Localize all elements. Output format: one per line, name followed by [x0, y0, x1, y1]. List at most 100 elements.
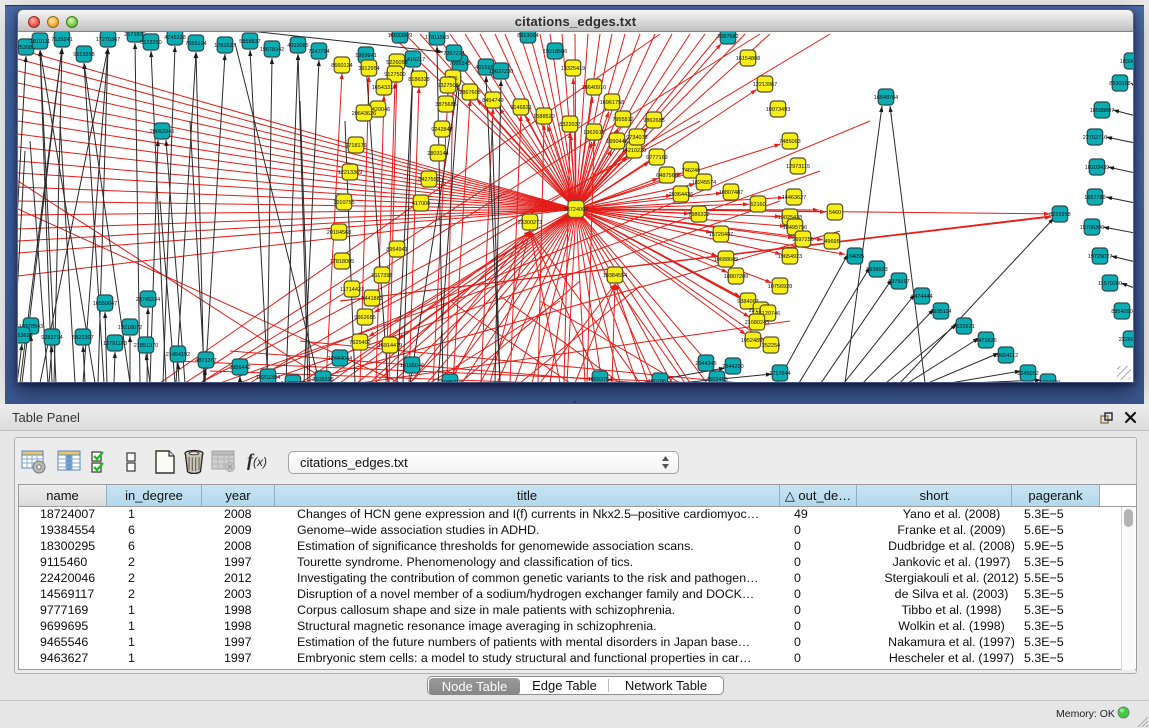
svg-text:22702716: 22702716 [1083, 135, 1107, 141]
svg-text:8122250: 8122250 [140, 40, 161, 46]
svg-text:2087682: 2087682 [717, 34, 738, 40]
svg-text:3956442: 3956442 [229, 365, 250, 371]
svg-text:8938923: 8938923 [866, 267, 887, 273]
svg-text:10688609: 10688609 [714, 257, 738, 263]
svg-text:17275367: 17275367 [96, 37, 120, 43]
svg-text:8530188: 8530188 [1109, 81, 1130, 87]
svg-text:18495756: 18495756 [783, 225, 807, 231]
svg-text:2935114: 2935114 [930, 309, 951, 315]
svg-text:21454192: 21454192 [166, 352, 190, 358]
svg-text:8471626: 8471626 [975, 338, 996, 344]
svg-text:4032085: 4032085 [287, 43, 308, 49]
svg-text:12973115: 12973115 [786, 164, 810, 170]
svg-text:8186328: 8186328 [408, 77, 429, 83]
svg-text:7955812: 7955812 [612, 117, 633, 123]
svg-text:1010755: 1010755 [333, 200, 354, 206]
svg-text:20643626: 20643626 [352, 111, 376, 117]
svg-text:9662655: 9662655 [354, 315, 375, 321]
svg-text:14774720: 14774720 [1036, 380, 1060, 382]
svg-text:10973493: 10973493 [766, 107, 790, 113]
svg-text:19729027: 19729027 [1088, 254, 1112, 260]
svg-text:15706306: 15706306 [1080, 225, 1104, 231]
svg-text:10033809: 10033809 [388, 33, 412, 39]
svg-text:7485063: 7485063 [779, 139, 800, 145]
svg-text:19384554: 19384554 [603, 273, 627, 279]
svg-text:9242848: 9242848 [431, 127, 452, 133]
svg-text:11570280: 11570280 [1098, 281, 1122, 287]
svg-text:12791163: 12791163 [103, 341, 127, 347]
svg-text:16648784: 16648784 [874, 95, 898, 101]
svg-text:9474444: 9474444 [911, 294, 932, 300]
svg-text:14408156: 14408156 [281, 381, 305, 382]
svg-text:16154808: 16154808 [736, 56, 760, 62]
svg-text:252254: 252254 [762, 343, 780, 349]
svg-text:7357224: 7357224 [443, 51, 464, 57]
svg-text:9245052: 9245052 [1017, 371, 1038, 377]
svg-text:19218072: 19218072 [118, 325, 142, 331]
svg-text:11714423: 11714423 [340, 287, 364, 293]
svg-text:12213967: 12213967 [753, 82, 777, 88]
svg-text:5460: 5460 [829, 210, 841, 216]
svg-text:16693754: 16693754 [588, 377, 612, 382]
svg-text:17818005: 17818005 [330, 259, 354, 265]
svg-text:10202384: 10202384 [256, 375, 280, 381]
svg-text:6963698: 6963698 [18, 333, 33, 339]
svg-text:20364436: 20364436 [669, 192, 693, 198]
svg-text:18807209: 18807209 [724, 274, 748, 280]
svg-text:21680243: 21680243 [745, 320, 769, 326]
svg-text:9777169: 9777169 [646, 155, 667, 161]
svg-text:8215958: 8215958 [1049, 212, 1070, 218]
svg-text:16961758: 16961758 [600, 100, 624, 106]
svg-text:16914479: 16914479 [378, 343, 402, 349]
svg-text:9127500: 9127500 [384, 72, 405, 78]
svg-text:19637230: 19637230 [489, 69, 513, 75]
svg-text:4502465: 4502465 [706, 377, 727, 382]
svg-text:20053346: 20053346 [150, 129, 174, 135]
svg-text:3105398: 3105398 [312, 377, 333, 382]
svg-text:6487565: 6487565 [656, 173, 677, 179]
svg-text:18078612: 18078612 [648, 379, 672, 382]
svg-text:9282794: 9282794 [41, 335, 62, 341]
svg-text:2171979: 2171979 [124, 32, 145, 38]
svg-text:5226058: 5226058 [386, 60, 407, 66]
svg-text:2717644: 2717644 [769, 371, 790, 377]
svg-text:746246: 746246 [682, 168, 700, 174]
svg-text:2844290: 2844290 [722, 364, 743, 370]
svg-text:13325419: 13325419 [561, 66, 585, 72]
svg-text:4871367: 4871367 [195, 358, 216, 364]
svg-text:19654923: 19654923 [778, 254, 802, 260]
svg-text:1657788: 1657788 [1084, 195, 1105, 201]
svg-text:4745328: 4745328 [164, 35, 185, 41]
svg-text:7135241: 7135241 [51, 37, 72, 43]
svg-text:7655194: 7655194 [185, 41, 206, 47]
svg-text:9146821: 9146821 [510, 105, 531, 111]
svg-text:10654112: 10654112 [994, 353, 1018, 359]
svg-text:14210220: 14210220 [622, 148, 646, 154]
svg-text:3875685: 3875685 [435, 102, 456, 108]
svg-text:1810111: 1810111 [30, 39, 51, 45]
svg-text:2867608: 2867608 [459, 90, 480, 96]
svg-text:49695: 49695 [824, 239, 839, 245]
svg-text:5858837: 5858837 [239, 39, 260, 45]
svg-text:9513358: 9513358 [73, 52, 94, 58]
svg-text:9862688: 9862688 [643, 118, 664, 124]
svg-text:17811503: 17811503 [425, 35, 449, 41]
svg-text:417006: 417006 [412, 201, 430, 207]
svg-text:1999941: 1999941 [355, 53, 376, 59]
svg-text:1362615: 1362615 [583, 130, 604, 136]
svg-text:164095: 164095 [846, 254, 864, 260]
svg-text:23300273: 23300273 [518, 220, 542, 226]
svg-text:12213369: 12213369 [338, 170, 362, 176]
svg-text:8660124: 8660124 [331, 63, 352, 69]
svg-text:8427552: 8427552 [418, 177, 439, 183]
svg-text:62160: 62160 [750, 202, 765, 208]
svg-text:18203439: 18203439 [1085, 165, 1109, 171]
svg-text:8454749: 8454749 [482, 98, 503, 104]
svg-text:5822307: 5822307 [72, 335, 93, 341]
svg-text:18306674: 18306674 [1120, 59, 1133, 65]
svg-text:18588807: 18588807 [1090, 108, 1114, 114]
svg-text:15720407: 15720407 [709, 232, 733, 238]
svg-text:2803144: 2803144 [427, 151, 448, 157]
svg-text:2718176: 2718176 [345, 143, 366, 149]
svg-text:12444044: 12444044 [328, 356, 352, 362]
